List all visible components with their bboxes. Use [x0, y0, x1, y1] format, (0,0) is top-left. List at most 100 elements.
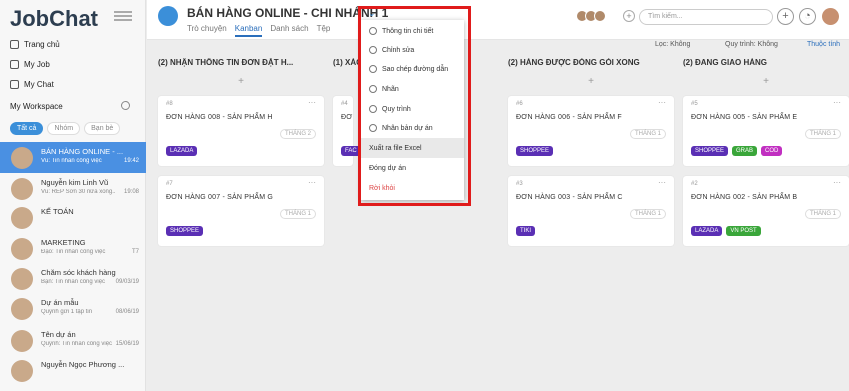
card-title: ĐƠN HÀNG 002 - SẢN PHẨM B — [691, 194, 798, 201]
kanban-card[interactable]: #5 ··· ĐƠN HÀNG 005 - SẢN PHẨM E THÁNG 1 SHO… — [683, 96, 849, 166]
workflow-button[interactable]: Quy trình: Không — [725, 41, 778, 48]
card-title: ĐƠ — [341, 114, 353, 121]
chat-name: Tên dự án — [41, 330, 76, 339]
tag-badge: LAZADA — [166, 146, 198, 156]
more-icon[interactable]: ··· — [308, 178, 316, 187]
highlight-box — [358, 6, 471, 206]
chat-icon — [10, 80, 19, 89]
chat-item[interactable]: Dự án mẫu Quỳnh gửi 1 tập tin 08/06/19 — [0, 293, 146, 324]
card-number: #2 — [691, 181, 698, 187]
bell-icon[interactable]: ◔ — [799, 8, 816, 25]
due-badge: THÁNG 1 — [629, 209, 666, 219]
card-title: ĐƠN HÀNG 008 - SẢN PHẨM H — [166, 114, 273, 121]
chat-preview: Quỳnh gửi 1 tập tin — [41, 309, 93, 315]
chat-item[interactable]: KẾ TOÁN — [0, 202, 146, 233]
tag-badge: LAZADA — [691, 226, 723, 236]
tab-chat[interactable]: Trò chuyện — [187, 24, 227, 37]
tag-badge: TIKI — [516, 226, 536, 236]
filter-button[interactable]: Lọc: Không — [655, 41, 690, 48]
chat-preview: Quỳnh: Tin nhắn công việc — [41, 341, 113, 347]
chat-item[interactable]: Chăm sóc khách hàng Bạn: Tin nhắn công vi… — [0, 263, 146, 294]
chat-time: 19:42 — [123, 158, 139, 164]
card-title: ĐƠN HÀNG 007 - SẢN PHẨM G — [166, 194, 274, 201]
avatar — [11, 207, 33, 229]
nav-my-job[interactable]: My Job — [10, 60, 50, 69]
user-avatar[interactable] — [822, 8, 839, 25]
add-card-icon[interactable]: + — [508, 76, 674, 87]
tag-badge: SHOPPEE — [166, 226, 204, 236]
more-icon[interactable]: ··· — [833, 98, 841, 107]
more-icon[interactable]: ··· — [308, 98, 316, 107]
nav-my-chat[interactable]: My Chat — [10, 80, 54, 89]
tab-kanban[interactable]: Kanban — [234, 24, 263, 37]
chat-item[interactable]: Nguyễn kim Linh Vũ Vũ: REP Sơn 30 nửa xon… — [0, 173, 146, 204]
member-avatars[interactable] — [576, 10, 606, 22]
card-tags: SHOPPEE GRAB COD — [691, 146, 783, 156]
tab-list[interactable]: Danh sách — [270, 24, 308, 37]
chat-name: BÁN HÀNG ONLINE - ... — [41, 147, 124, 156]
card-number: #8 — [166, 101, 173, 107]
filter-groups[interactable]: Nhóm — [47, 122, 81, 135]
column-title: (2) NHẬN THÔNG TIN ĐƠN ĐẶT H... — [158, 58, 294, 67]
due-badge: THÁNG 1 — [804, 129, 841, 139]
tag-badge: COD — [761, 146, 783, 156]
search-icon[interactable] — [121, 101, 130, 110]
project-tabs: Trò chuyện Kanban Danh sách Tệp — [187, 24, 330, 37]
add-card-icon[interactable]: + — [683, 76, 849, 87]
filter-all[interactable]: Tất cả — [10, 122, 44, 135]
kanban-card[interactable]: #4 ĐƠ FAC — [333, 96, 361, 166]
chat-time: 08/06/19 — [115, 309, 139, 315]
tab-files[interactable]: Tệp — [317, 24, 331, 37]
card-number: #4 — [341, 101, 348, 107]
avatar — [11, 298, 33, 320]
card-number: #6 — [516, 101, 523, 107]
chat-preview: Vũ: Tin nhắn công việc — [41, 158, 102, 164]
more-icon[interactable]: ··· — [658, 178, 666, 187]
kanban-card[interactable]: #8 ··· ĐƠN HÀNG 008 - SẢN PHẨM H THÁNG 2 LAZ… — [158, 96, 324, 166]
card-number: #3 — [516, 181, 523, 187]
filter-friends[interactable]: Bạn bè — [84, 122, 121, 135]
card-tags: TIKI — [516, 226, 536, 236]
more-icon[interactable]: ··· — [658, 98, 666, 107]
avatar — [11, 268, 33, 290]
project-avatar — [158, 6, 178, 26]
chat-name: KẾ TOÁN — [41, 207, 74, 216]
avatar — [11, 178, 33, 200]
card-tags: LAZADA — [166, 146, 198, 156]
chat-preview: Bạn: Tin nhắn công việc — [41, 279, 106, 285]
kanban-card[interactable]: #2 ··· ĐƠN HÀNG 002 - SẢN PHẨM B THÁNG 1 LAZ… — [683, 176, 849, 246]
avatar — [11, 330, 33, 352]
attributes-button[interactable]: Thuộc tính — [807, 41, 840, 48]
chat-name: Nguyễn Ngọc Phương ... — [41, 360, 125, 369]
kanban-column: (2) NHẬN THÔNG TIN ĐƠN ĐẶT H... + — [158, 58, 324, 87]
collapse-menu-icon[interactable] — [114, 9, 132, 23]
chat-filters: Tất cả Nhóm Bạn bè — [10, 122, 121, 135]
chat-item[interactable]: Tên dự án Quỳnh: Tin nhắn công việc 15/06/… — [0, 325, 146, 356]
workspace-label: My Workspace — [10, 102, 63, 111]
nav-home[interactable]: Trang chủ — [10, 40, 60, 49]
card-tags: SHOPPEE — [166, 226, 204, 236]
card-title: ĐƠN HÀNG 005 - SẢN PHẨM E — [691, 114, 798, 121]
search-input[interactable]: Tìm kiếm... — [639, 9, 773, 25]
chat-item[interactable]: BÁN HÀNG ONLINE - ... Vũ: Tin nhắn công v… — [0, 142, 146, 173]
chat-name: Chăm sóc khách hàng — [41, 268, 116, 277]
chat-item[interactable]: Nguyễn Ngọc Phương ... — [0, 355, 146, 386]
tag-badge: VN POST — [726, 226, 761, 236]
add-member-icon[interactable]: + — [623, 10, 635, 22]
add-card-icon[interactable]: + — [158, 76, 324, 87]
home-icon — [10, 40, 19, 49]
kanban-toolbar: Lọc: Không Quy trình: Không Thuộc tính — [147, 40, 849, 52]
app-logo: JobChat — [10, 6, 98, 31]
chat-time: T7 — [131, 249, 139, 255]
due-badge: THÁNG 1 — [804, 209, 841, 219]
more-icon[interactable]: ··· — [833, 178, 841, 187]
add-icon[interactable]: + — [777, 8, 794, 25]
card-number: #7 — [166, 181, 173, 187]
kanban-card[interactable]: #6 ··· ĐƠN HÀNG 006 - SẢN PHẨM F THÁNG 1 SHO… — [508, 96, 674, 166]
kanban-card[interactable]: #3 ··· ĐƠN HÀNG 003 - SẢN PHẨM C THÁNG 1 TIK… — [508, 176, 674, 246]
card-title: ĐƠN HÀNG 003 - SẢN PHẨM C — [516, 194, 623, 201]
sidebar: JobChat Trang chủ My Job My Chat My Work… — [0, 0, 146, 391]
card-title: ĐƠN HÀNG 006 - SẢN PHẨM F — [516, 114, 622, 121]
chat-item[interactable]: MARKETING Đạo: Tin nhắn công việc T7 — [0, 233, 146, 264]
kanban-card[interactable]: #7 ··· ĐƠN HÀNG 007 - SẢN PHẨM G THÁNG 1 SHO… — [158, 176, 324, 246]
